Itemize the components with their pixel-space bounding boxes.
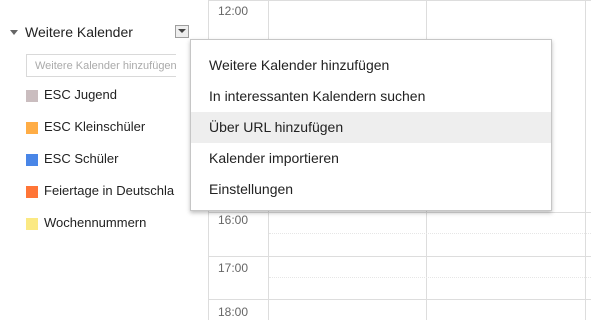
calendar-name: ESC Jugend	[44, 87, 117, 102]
half-hour-line	[269, 233, 591, 234]
time-label: 12:00	[218, 4, 249, 18]
calendar-name: Feiertage in Deutschland	[44, 183, 175, 198]
calendar-name: Wochennummern	[44, 215, 147, 230]
calendar-item-esc-kleinschueler[interactable]: ESC Kleinschüler	[0, 118, 200, 150]
hour-line	[208, 256, 591, 257]
time-label: 16:00	[218, 213, 249, 227]
calendar-color-swatch[interactable]	[26, 122, 38, 134]
dropdown-arrow-icon	[178, 29, 186, 33]
other-calendars-sidebar: Weitere Kalender ESC Jugend ESC Kleinsch…	[0, 0, 200, 320]
calendar-color-swatch[interactable]	[26, 154, 38, 166]
hour-line	[208, 299, 591, 300]
calendar-item-feiertage[interactable]: Feiertage in Deutschland	[0, 182, 200, 214]
time-label: 18:00	[218, 305, 249, 319]
menu-item-settings[interactable]: Einstellungen	[191, 174, 551, 205]
calendar-color-swatch[interactable]	[26, 218, 38, 230]
other-calendars-header[interactable]: Weitere Kalender	[0, 21, 200, 43]
calendar-color-swatch[interactable]	[26, 90, 38, 102]
section-title: Weitere Kalender	[25, 24, 133, 40]
hour-line	[208, 0, 591, 1]
half-hour-line	[269, 277, 591, 278]
calendar-list: ESC Jugend ESC Kleinschüler ESC Schüler …	[0, 86, 200, 246]
calendar-name: ESC Schüler	[44, 151, 119, 166]
day-column-divider	[585, 0, 586, 320]
menu-item-add-other-calendars[interactable]: Weitere Kalender hinzufügen	[191, 50, 551, 81]
calendar-item-esc-schueler[interactable]: ESC Schüler	[0, 150, 200, 182]
calendar-item-esc-jugend[interactable]: ESC Jugend	[0, 86, 200, 118]
other-calendars-menu-button[interactable]	[175, 25, 189, 38]
time-label: 17:00	[218, 261, 249, 275]
menu-item-import-calendar[interactable]: Kalender importieren	[191, 143, 551, 174]
collapse-arrow-icon[interactable]	[10, 30, 18, 35]
add-calendar-input[interactable]	[26, 54, 176, 77]
calendar-name: ESC Kleinschüler	[44, 119, 146, 134]
calendar-item-wochennummern[interactable]: Wochennummern	[0, 214, 200, 246]
menu-item-browse-interesting-calendars[interactable]: In interessanten Kalendern suchen	[191, 81, 551, 112]
calendar-color-swatch[interactable]	[26, 186, 38, 198]
menu-item-add-by-url[interactable]: Über URL hinzufügen	[191, 112, 551, 143]
other-calendars-menu: Weitere Kalender hinzufügen In interessa…	[190, 39, 552, 211]
